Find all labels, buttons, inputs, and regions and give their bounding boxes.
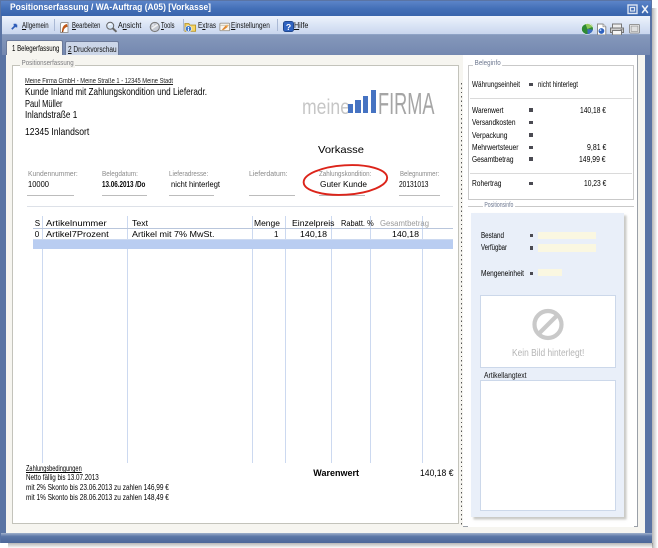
svg-text:?: ? [285, 22, 290, 32]
